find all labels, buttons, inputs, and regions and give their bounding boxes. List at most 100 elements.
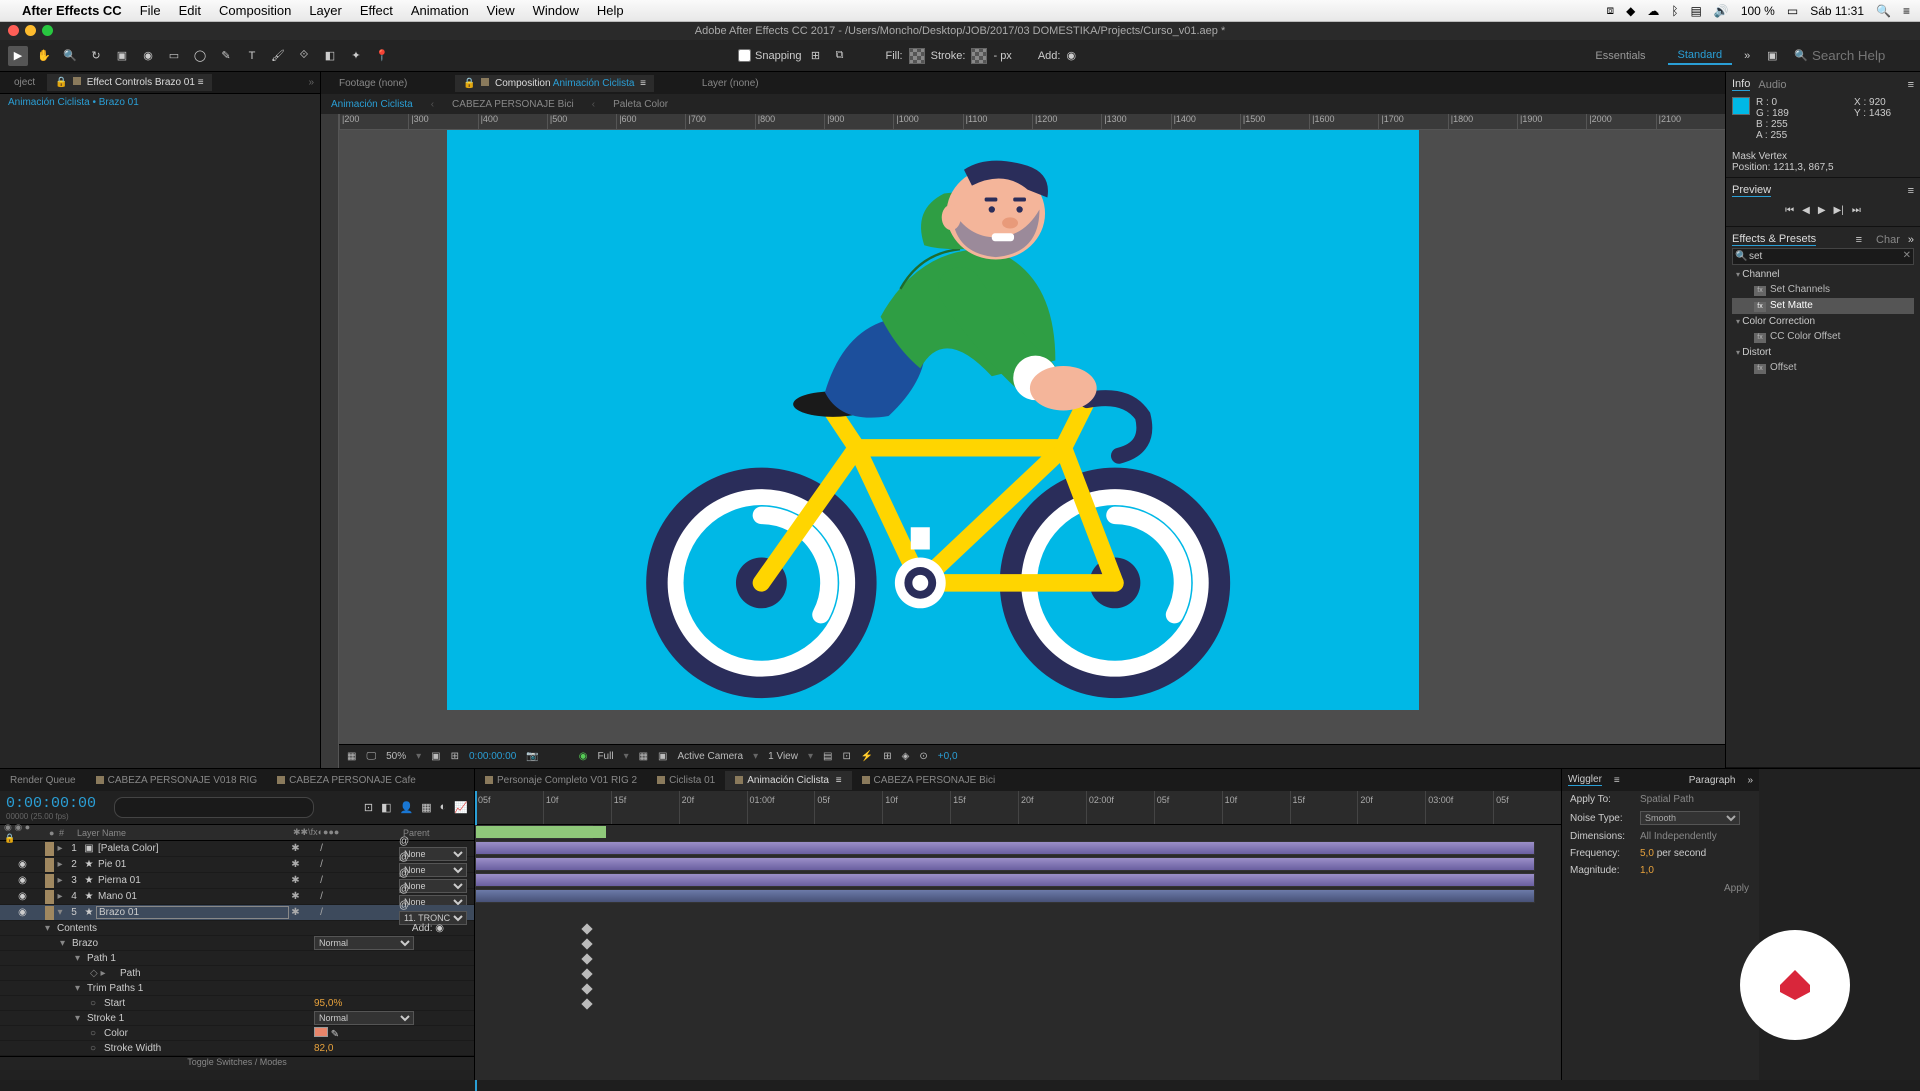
- layer-bar-2[interactable]: [475, 841, 1535, 855]
- time-ruler[interactable]: 05f 10f 15f 20f 01:00f 05f 10f 15f 20f 0…: [475, 791, 1561, 825]
- tl-tab-cabeza-rig[interactable]: CABEZA PERSONAJE V018 RIG: [86, 771, 268, 790]
- panel-menu-icon[interactable]: ≡: [1908, 185, 1914, 197]
- comp-mini-flowchart-icon[interactable]: ⊡: [364, 801, 373, 814]
- workspace-standard[interactable]: Standard: [1668, 47, 1733, 65]
- orbit-tool[interactable]: ↻: [86, 46, 106, 66]
- tab-footage[interactable]: Footage (none): [331, 75, 415, 92]
- prop-start[interactable]: ○Start95,0%: [0, 996, 474, 1011]
- tab-wiggler[interactable]: Wiggler: [1568, 774, 1602, 786]
- tl-tab-cabeza-bici[interactable]: CABEZA PERSONAJE Bici: [852, 771, 1006, 790]
- tab-layer[interactable]: Layer (none): [694, 75, 767, 92]
- menu-file[interactable]: File: [140, 3, 161, 18]
- tl-tab-animacion[interactable]: Animación Ciclista ≡: [725, 771, 851, 790]
- panel-menu-icon[interactable]: ≡: [1614, 775, 1620, 786]
- layer-bar-1[interactable]: [475, 825, 593, 839]
- panel-menu-icon[interactable]: ≡: [1908, 79, 1914, 91]
- layer-bar-5[interactable]: [475, 889, 1535, 903]
- tab-audio[interactable]: Audio: [1758, 79, 1786, 91]
- tab-char[interactable]: Char: [1876, 234, 1900, 246]
- menu-effect[interactable]: Effect: [360, 3, 393, 18]
- menu-layer[interactable]: Layer: [309, 3, 342, 18]
- layer-name[interactable]: Pierna 01: [96, 875, 289, 886]
- draft3d-icon[interactable]: ◧: [381, 801, 391, 814]
- rect-tool[interactable]: ▭: [164, 46, 184, 66]
- visibility-icon[interactable]: ◉: [18, 891, 27, 902]
- magnification-icon[interactable]: ▦: [347, 751, 356, 762]
- eyedropper-icon[interactable]: ✎: [331, 1029, 339, 1040]
- col-layer-name[interactable]: Layer Name: [73, 828, 289, 838]
- color-swatch[interactable]: [314, 1027, 328, 1037]
- toggle-switches-button[interactable]: Toggle Switches / Modes: [187, 1057, 287, 1067]
- menu-view[interactable]: View: [487, 3, 515, 18]
- pickwhip-icon[interactable]: @: [399, 852, 409, 863]
- pickwhip-icon[interactable]: @: [399, 868, 409, 879]
- wifi-icon[interactable]: ▤: [1691, 4, 1702, 18]
- keyframe[interactable]: [581, 938, 592, 949]
- clock[interactable]: Sáb 11:31: [1810, 4, 1864, 18]
- cat-distort[interactable]: Distort: [1732, 345, 1914, 360]
- ruler-vertical[interactable]: [321, 114, 339, 768]
- brush-tool[interactable]: 🖌: [268, 46, 288, 66]
- tab-info[interactable]: Info: [1732, 78, 1750, 91]
- panel-overflow-icon[interactable]: »: [1747, 775, 1753, 786]
- workspace-overflow-icon[interactable]: »: [1744, 50, 1750, 62]
- tab-composition[interactable]: 🔒 Composition Animación Ciclista ≡: [455, 75, 654, 92]
- keyframe[interactable]: [581, 983, 592, 994]
- prop-stroke-width[interactable]: ○Stroke Width82,0: [0, 1041, 474, 1056]
- crumb-paleta[interactable]: Paleta Color: [613, 99, 668, 110]
- tl-tab-render[interactable]: Render Queue: [0, 771, 86, 790]
- evernote-icon[interactable]: ◆: [1626, 4, 1635, 18]
- frame-blend-icon[interactable]: ▦: [421, 801, 431, 814]
- effects-search[interactable]: [1732, 248, 1914, 265]
- blend-select[interactable]: Normal: [314, 936, 414, 950]
- panel-overflow-icon[interactable]: »: [1908, 234, 1914, 246]
- minimize-icon[interactable]: [25, 25, 36, 36]
- keyframe[interactable]: [581, 923, 592, 934]
- snapshot-icon[interactable]: 📷: [526, 751, 538, 762]
- menu-edit[interactable]: Edit: [179, 3, 201, 18]
- menu-window[interactable]: Window: [533, 3, 579, 18]
- panel-overflow-icon[interactable]: »: [308, 77, 314, 88]
- flowchart-icon[interactable]: ◈: [902, 751, 910, 762]
- volume-icon[interactable]: 🔊: [1714, 4, 1729, 18]
- layer-name[interactable]: Brazo 01: [96, 906, 289, 919]
- layer-row-5[interactable]: ◉ ▾ 5 ★ Brazo 01 ✱/ @11. TRONCO: [0, 905, 474, 921]
- apply-button[interactable]: Apply: [1724, 883, 1749, 894]
- tab-effects-presets[interactable]: Effects & Presets: [1732, 233, 1816, 246]
- close-icon[interactable]: [8, 25, 19, 36]
- prop-path1[interactable]: ▾Path 1: [0, 951, 474, 966]
- tab-preview[interactable]: Preview: [1732, 184, 1771, 197]
- cat-color[interactable]: Color Correction: [1732, 314, 1914, 329]
- tab-effect-controls[interactable]: 🔒 Effect Controls Brazo 01 ≡: [47, 74, 211, 91]
- workspace-essentials[interactable]: Essentials: [1585, 48, 1655, 64]
- menu-composition[interactable]: Composition: [219, 3, 291, 18]
- battery-label[interactable]: 100 %: [1741, 4, 1775, 18]
- pickwhip-icon[interactable]: @: [399, 836, 409, 847]
- visibility-icon[interactable]: ◉: [18, 875, 27, 886]
- fx-offset[interactable]: fxOffset: [1732, 360, 1914, 376]
- prop-stroke1[interactable]: ▾Stroke 1Normal: [0, 1011, 474, 1026]
- composition-viewer[interactable]: [339, 130, 1725, 744]
- active-camera[interactable]: Active Camera: [678, 751, 744, 762]
- first-frame-button[interactable]: ⏮: [1785, 205, 1794, 216]
- cat-channel[interactable]: Channel: [1732, 267, 1914, 282]
- panel-menu-icon[interactable]: ≡: [198, 77, 204, 88]
- shy-icon[interactable]: 👤: [400, 801, 414, 814]
- keyframe[interactable]: [581, 968, 592, 979]
- selection-tool[interactable]: ▶: [8, 46, 28, 66]
- timeline-timecode[interactable]: 0:00:00:00: [6, 795, 96, 812]
- play-button[interactable]: ▶: [1818, 205, 1826, 216]
- stroke-px[interactable]: - px: [993, 50, 1011, 62]
- fill-label[interactable]: Fill:: [886, 50, 903, 62]
- frequency-value[interactable]: 5,0: [1640, 848, 1654, 859]
- ui-toggle-icon[interactable]: ▣: [1762, 46, 1782, 66]
- prop-brazo[interactable]: ▾BrazoNormal: [0, 936, 474, 951]
- tab-project[interactable]: oject: [6, 74, 43, 91]
- camera-tool[interactable]: ▣: [112, 46, 132, 66]
- menu-icon[interactable]: ≡: [1903, 4, 1910, 18]
- stroke-label[interactable]: Stroke:: [931, 50, 966, 62]
- blend-select[interactable]: Normal: [314, 1011, 414, 1025]
- clear-icon[interactable]: ✕: [1903, 250, 1911, 261]
- crumb-cabeza[interactable]: CABEZA PERSONAJE Bici: [452, 99, 574, 110]
- visibility-icon[interactable]: ◉: [18, 859, 27, 870]
